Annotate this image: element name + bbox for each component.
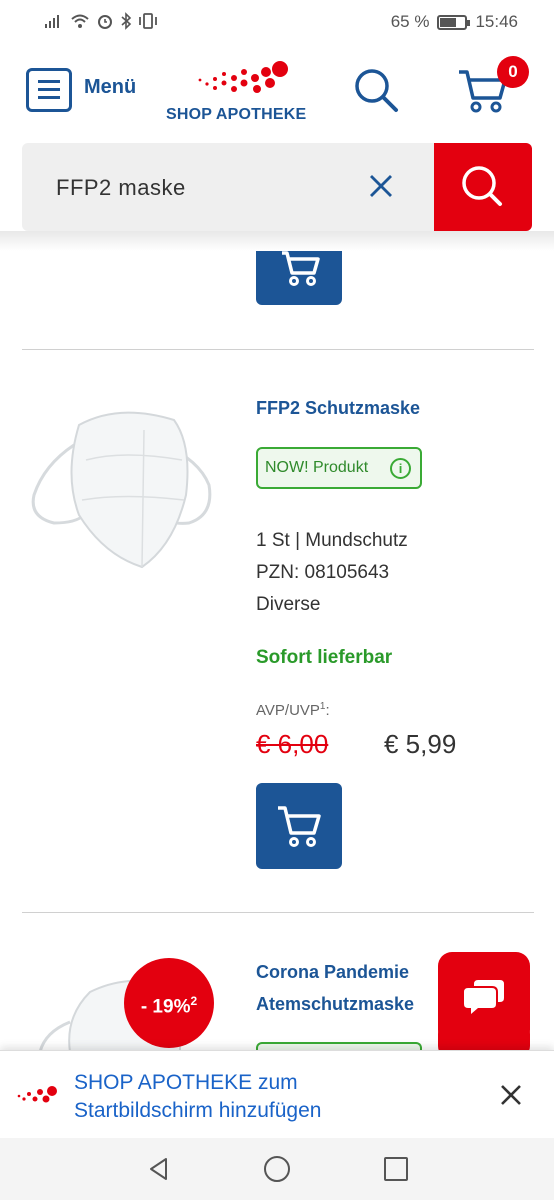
cart-count-badge: 0 xyxy=(497,56,529,88)
home-icon[interactable] xyxy=(264,1156,290,1182)
wifi-icon xyxy=(71,14,89,28)
chat-button[interactable] xyxy=(438,952,530,1044)
bluetooth-icon xyxy=(121,12,132,30)
logo-text: SHOP APOTHEKE xyxy=(166,106,307,123)
search-icon[interactable] xyxy=(352,66,402,116)
add-to-homescreen-banner[interactable]: SHOP APOTHEKE zum Startbildschirm hinzuf… xyxy=(0,1050,554,1138)
add-to-homescreen-text[interactable]: SHOP APOTHEKE zum Startbildschirm hinzuf… xyxy=(74,1069,321,1125)
avp-label: AVP/UVP1: xyxy=(256,701,330,719)
menu-icon xyxy=(38,80,60,83)
shop-logo-icon xyxy=(17,1086,57,1103)
status-bar: 65 % 15:46 xyxy=(0,0,554,46)
now-product-label: NOW! Produkt xyxy=(265,459,369,476)
menu-label[interactable]: Menü xyxy=(84,76,136,99)
status-right: 65 % 15:46 xyxy=(391,12,518,32)
discount-footnote: 2 xyxy=(190,994,198,1008)
ffp2-mask-image[interactable] xyxy=(24,405,214,575)
product-title-line1[interactable]: Corona Pandemie xyxy=(256,956,409,988)
add-to-cart-button[interactable] xyxy=(256,251,342,305)
product-pzn: PZN: 08105643 xyxy=(256,562,390,583)
add-to-cart-button[interactable] xyxy=(256,783,342,869)
search-icon xyxy=(462,166,502,206)
cart-icon xyxy=(278,806,321,847)
current-price: € 5,99 xyxy=(384,729,457,759)
system-nav-bar xyxy=(0,1138,554,1200)
now-product-badge[interactable]: NOW! Produkt i xyxy=(256,447,422,489)
cart-icon xyxy=(282,251,320,286)
vibrate-icon xyxy=(139,13,157,29)
product-brand: Diverse xyxy=(256,594,321,615)
close-icon[interactable] xyxy=(366,171,396,201)
search-bar: FFP2 maske xyxy=(22,143,532,231)
battery-icon xyxy=(437,14,471,30)
status-icons xyxy=(44,12,158,30)
search-input[interactable]: FFP2 maske xyxy=(56,175,186,201)
discount-badge: - 19%2 xyxy=(124,958,214,1048)
product-divider xyxy=(22,349,534,350)
shop-logo[interactable]: SHOP APOTHEKE xyxy=(166,58,324,124)
old-price: € 6,00 xyxy=(256,729,329,759)
clock: 15:46 xyxy=(475,12,518,31)
back-icon[interactable] xyxy=(146,1156,172,1182)
availability-status: Sofort lieferbar xyxy=(256,647,393,668)
close-icon[interactable] xyxy=(497,1081,525,1109)
chat-icon xyxy=(464,980,504,1014)
info-icon[interactable]: i xyxy=(390,458,411,479)
product-title-line2[interactable]: Atemschutzmaske xyxy=(256,988,414,1020)
battery-percent: 65 % xyxy=(390,12,430,31)
menu-button[interactable] xyxy=(26,68,72,112)
signal-icon xyxy=(45,15,59,28)
search-submit-button[interactable] xyxy=(434,143,532,231)
scroll-shadow xyxy=(0,231,554,251)
site-header: Menü SHOP APOTHEKE 0 xyxy=(0,46,554,134)
logo-dots-icon xyxy=(198,61,288,93)
product-title[interactable]: FFP2 Schutzmaske xyxy=(256,392,420,424)
alarm-icon xyxy=(98,15,112,29)
product-divider xyxy=(22,912,534,913)
recent-apps-icon[interactable] xyxy=(384,1157,408,1181)
product-quantity-category: 1 St | Mundschutz xyxy=(256,530,408,551)
